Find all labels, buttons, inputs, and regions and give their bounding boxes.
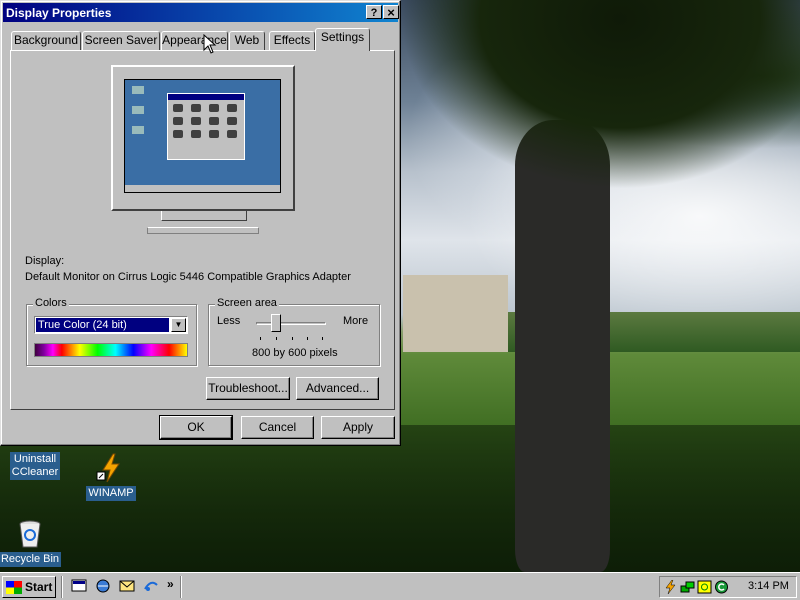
winamp-icon bbox=[95, 452, 127, 484]
troubleshoot-button[interactable]: Troubleshoot... bbox=[206, 377, 290, 400]
desktop-icon-winamp[interactable]: WINAMP bbox=[76, 452, 146, 501]
tab-web[interactable]: Web bbox=[229, 31, 265, 50]
colors-group-title: Colors bbox=[33, 297, 69, 309]
chevron-down-icon[interactable]: ▼ bbox=[171, 318, 186, 332]
colors-select-value: True Color (24 bit) bbox=[36, 318, 169, 332]
clock[interactable]: 3:14 PM bbox=[748, 580, 789, 592]
channels-icon[interactable] bbox=[142, 577, 160, 595]
close-button[interactable]: × bbox=[383, 5, 399, 20]
recycle-bin-icon bbox=[14, 518, 46, 550]
display-label: Display: bbox=[25, 255, 65, 267]
tab-settings[interactable]: Settings bbox=[315, 28, 370, 51]
system-tray: 3:14 PM bbox=[659, 576, 797, 598]
monitor-stand bbox=[161, 211, 247, 221]
tab-effects[interactable]: Effects bbox=[269, 31, 315, 50]
slider-tick bbox=[322, 337, 323, 340]
windows-logo-icon bbox=[6, 581, 22, 594]
winamp-tray-icon[interactable] bbox=[663, 580, 678, 594]
desktop-icon-label: Uninstall CCleaner bbox=[9, 452, 61, 480]
slider-tick bbox=[292, 337, 293, 340]
slider-tick bbox=[260, 337, 261, 340]
taskbar-separator bbox=[180, 576, 182, 598]
tab-appearance[interactable]: Appearance bbox=[161, 31, 228, 50]
icon-label-line2: CCleaner bbox=[11, 466, 59, 478]
title-bar[interactable]: Display Properties ? × bbox=[3, 3, 399, 22]
show-desktop-icon[interactable] bbox=[70, 577, 88, 595]
colors-select[interactable]: True Color (24 bit) ▼ bbox=[34, 316, 188, 334]
monitor-base bbox=[147, 227, 259, 234]
icon-label-line1: Uninstall bbox=[13, 453, 57, 465]
screen-area-slider-track[interactable] bbox=[256, 322, 326, 325]
mouse-cursor-icon bbox=[203, 34, 217, 54]
outlook-express-icon[interactable] bbox=[118, 577, 136, 595]
monitor-preview-taskbar bbox=[125, 185, 280, 192]
ok-button[interactable]: OK bbox=[159, 415, 233, 440]
color-spectrum bbox=[34, 343, 188, 357]
slider-tick bbox=[307, 337, 308, 340]
apply-button[interactable]: Apply bbox=[321, 416, 395, 439]
help-button[interactable]: ? bbox=[366, 5, 382, 19]
cancel-button[interactable]: Cancel bbox=[241, 416, 314, 439]
wallpaper-castle bbox=[403, 275, 508, 352]
slider-more-label: More bbox=[343, 315, 369, 327]
screen-area-slider-thumb[interactable] bbox=[271, 314, 281, 332]
desktop-icon-label: WINAMP bbox=[86, 486, 136, 501]
desktop-icon-ccleaner[interactable]: Uninstall CCleaner bbox=[0, 452, 70, 480]
display-properties-window: Display Properties ? × Background Screen… bbox=[0, 0, 401, 446]
start-label: Start bbox=[25, 580, 53, 594]
window-title: Display Properties bbox=[6, 6, 112, 20]
start-button[interactable]: Start bbox=[2, 576, 56, 598]
network-icon[interactable] bbox=[680, 580, 695, 594]
screen-area-group-title: Screen area bbox=[215, 297, 279, 309]
ccleaner-tray-icon[interactable] bbox=[714, 580, 729, 594]
desktop-icon-label: Recycle Bin bbox=[0, 552, 62, 567]
monitor-preview-window bbox=[167, 93, 245, 160]
scheduler-icon[interactable] bbox=[697, 580, 712, 594]
slider-tick bbox=[276, 337, 277, 340]
tab-screen-saver[interactable]: Screen Saver bbox=[82, 31, 160, 50]
tab-background[interactable]: Background bbox=[11, 31, 81, 50]
screen-area-value: 800 by 600 pixels bbox=[252, 347, 338, 359]
display-device: Default Monitor on Cirrus Logic 5446 Com… bbox=[25, 271, 351, 283]
desktop-icon-recycle-bin[interactable]: Recycle Bin bbox=[0, 518, 65, 567]
wallpaper-foliage bbox=[400, 0, 800, 190]
advanced-button[interactable]: Advanced... bbox=[296, 377, 379, 400]
taskbar: Start » 3:14 PM bbox=[0, 572, 800, 600]
slider-less-label: Less bbox=[217, 315, 241, 327]
internet-explorer-icon[interactable] bbox=[94, 577, 112, 595]
quick-launch-more-button[interactable]: » bbox=[167, 577, 174, 591]
taskbar-separator bbox=[61, 576, 63, 598]
